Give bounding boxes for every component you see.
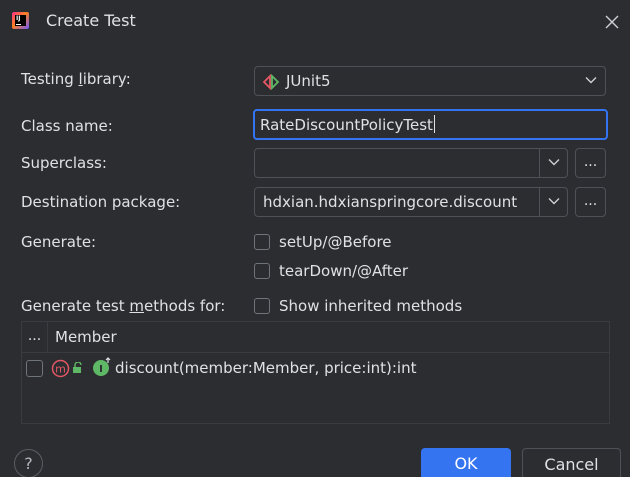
members-table[interactable]: ... Member m I discount(member:Member, p… <box>21 321 610 424</box>
superclass-label: Superclass: <box>21 154 107 172</box>
chevron-down-icon <box>585 77 597 84</box>
junit-icon <box>262 74 280 90</box>
member-signature: discount(member:Member, price:int):int <box>115 359 417 377</box>
class-name-input[interactable]: RateDiscountPolicyTest <box>253 109 608 140</box>
dropdown-arrow[interactable] <box>577 67 605 95</box>
setup-before-label: setUp/@Before <box>279 233 392 251</box>
show-inherited-label: Show inherited methods <box>279 297 463 315</box>
table-row[interactable]: m I discount(member:Member, price:int):i… <box>22 355 609 383</box>
teardown-after-checkbox[interactable] <box>254 263 270 279</box>
show-inherited-checkbox[interactable] <box>254 298 270 314</box>
table-header: ... Member <box>22 322 609 353</box>
svg-text:I: I <box>99 364 103 375</box>
ok-button[interactable]: OK <box>421 448 511 477</box>
help-button[interactable]: ? <box>14 449 43 477</box>
setup-before-option[interactable]: setUp/@Before <box>254 232 392 252</box>
svg-text:m: m <box>55 363 66 376</box>
dropdown-arrow[interactable] <box>539 149 567 177</box>
intellij-icon: IJ <box>12 12 29 29</box>
testing-library-value: JUnit5 <box>286 72 331 90</box>
setup-before-checkbox[interactable] <box>254 234 270 250</box>
teardown-after-label: tearDown/@After <box>279 262 409 280</box>
column-header-select[interactable]: ... <box>22 322 48 353</box>
public-lock-icon <box>73 362 82 373</box>
column-header-member[interactable]: Member <box>55 328 117 346</box>
method-icon: m <box>51 359 70 378</box>
class-name-value: RateDiscountPolicyTest <box>260 115 435 134</box>
chevron-down-icon <box>548 159 560 166</box>
superclass-browse-button[interactable]: ... <box>575 148 606 178</box>
dialog-title: Create Test <box>46 11 136 30</box>
superclass-dropdown[interactable] <box>254 148 568 178</box>
generate-label: Generate: <box>21 233 97 251</box>
cancel-button[interactable]: Cancel <box>522 448 621 477</box>
destination-package-label: Destination package: <box>21 193 181 211</box>
teardown-after-option[interactable]: tearDown/@After <box>254 261 408 281</box>
class-name-text: RateDiscountPolicyTest <box>260 116 433 134</box>
create-test-dialog: IJ Create Test Testing library: JUnit5 C… <box>0 0 630 477</box>
destination-package-value: hdxian.hdxianspringcore.discount <box>263 193 518 211</box>
class-name-label: Class name: <box>21 117 113 135</box>
testing-library-label: Testing library: <box>21 70 131 88</box>
destination-package-dropdown[interactable]: hdxian.hdxianspringcore.discount <box>254 187 568 217</box>
implementing-method-icon: I <box>93 357 111 376</box>
generate-methods-label: Generate test methods for: <box>21 297 226 315</box>
chevron-down-icon <box>548 198 560 205</box>
testing-library-dropdown[interactable]: JUnit5 <box>254 66 606 96</box>
destination-package-browse-button[interactable]: ... <box>575 187 606 217</box>
member-checkbox[interactable] <box>26 360 43 377</box>
title-bar: IJ Create Test <box>0 0 630 42</box>
dropdown-arrow[interactable] <box>539 188 567 216</box>
close-icon[interactable] <box>600 10 622 32</box>
text-caret <box>433 115 435 133</box>
show-inherited-option[interactable]: Show inherited methods <box>254 296 462 316</box>
